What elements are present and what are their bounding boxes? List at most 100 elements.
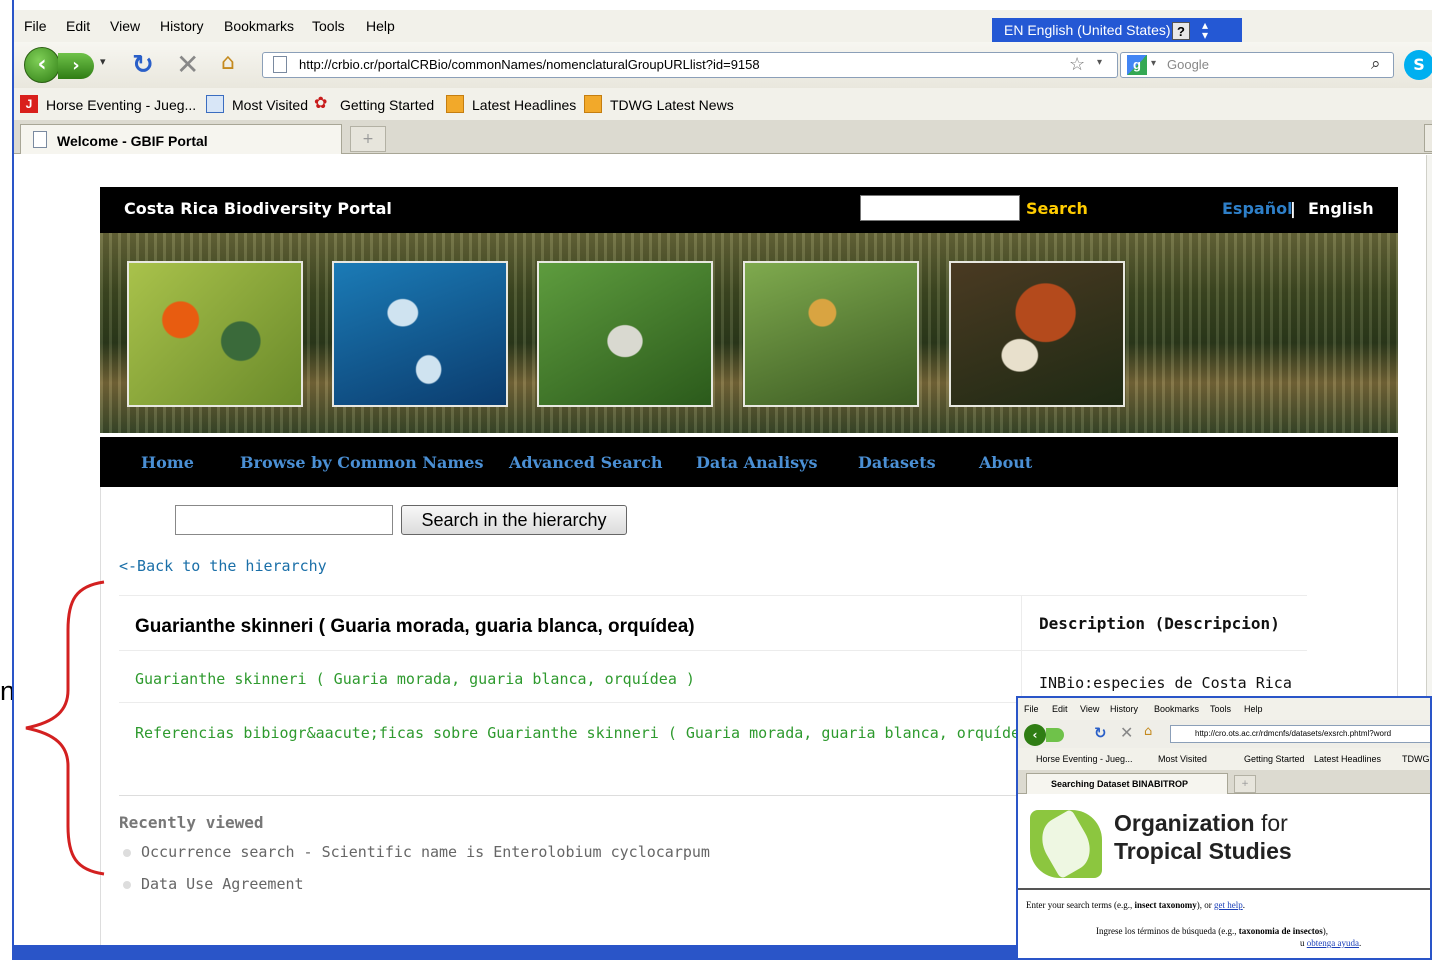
tab-gbif-portal[interactable]: Welcome - GBIF Portal [20,124,342,154]
inset-menu-help[interactable]: Help [1244,704,1263,714]
language-help-icon[interactable]: ? [1172,22,1190,40]
menu-view[interactable]: View [110,18,140,34]
bookmark-horse-eventing[interactable]: Horse Eventing - Jueg... [46,97,196,113]
url-dropdown-icon[interactable]: ▾ [1097,57,1102,68]
result-link-species[interactable]: Guarianthe skinneri ( Guaria morada, gua… [135,670,695,688]
nav-data-analisys[interactable]: Data Analisys [696,453,817,472]
back-to-hierarchy-link[interactable]: <-Back to the hierarchy [119,557,327,575]
inset-bookmarks-toolbar: Horse Eventing - Jueg... Most Visited Ge… [1018,748,1430,770]
new-tab-button[interactable]: + [350,126,386,152]
tab-bar: Welcome - GBIF Portal + [14,120,1432,154]
tab-list-button[interactable] [1424,124,1432,152]
inset-instructions-en: Enter your search terms (e.g., insect ta… [1026,900,1245,910]
inset-menu-view[interactable]: View [1080,704,1099,714]
monkey-photo [743,261,919,407]
nav-datasets[interactable]: Datasets [858,453,936,472]
home-icon[interactable]: ⌂ [221,50,235,75]
portal-search-button[interactable]: Search [1026,199,1088,218]
inset-stop-icon[interactable]: ✕ [1120,723,1133,742]
inset-forward-button[interactable] [1046,728,1064,742]
language-english-link[interactable]: English [1308,199,1374,218]
inset-menu-history[interactable]: History [1110,704,1138,714]
stop-icon[interactable]: ✕ [176,48,199,81]
web-search-box[interactable]: g ▾ Google ⌕ [1120,52,1394,78]
row-divider [119,650,1307,651]
inset-menu-edit[interactable]: Edit [1052,704,1068,714]
hierarchy-search-input[interactable] [175,505,393,535]
inset-bookmark-tdwg[interactable]: TDWG L [1402,754,1430,764]
search-engine-dropdown-icon[interactable]: ▾ [1151,58,1156,69]
inset-menu-bookmarks[interactable]: Bookmarks [1154,704,1199,714]
inset-tab-bar: Searching Dataset BINABITROP + [1018,770,1430,794]
language-label: EN English (United States) [1004,22,1171,38]
search-placeholder: Google [1167,57,1209,72]
species-title: Guarianthe skinneri ( Guaria morada, gua… [135,616,695,637]
skype-icon[interactable]: S [1404,50,1432,80]
history-dropdown-icon[interactable]: ▾ [100,55,106,68]
inset-tab[interactable]: Searching Dataset BINABITROP [1026,773,1228,794]
menu-bookmarks[interactable]: Bookmarks [224,18,294,34]
recent-item-data-use[interactable]: Data Use Agreement [123,875,304,893]
inset-bookmark-most-visited[interactable]: Most Visited [1158,754,1207,764]
nav-home[interactable]: Home [141,453,194,472]
menu-edit[interactable]: Edit [66,18,90,34]
menu-tools[interactable]: Tools [312,18,345,34]
menu-file[interactable]: File [24,18,47,34]
inset-divider [1018,888,1430,890]
nav-browse-common-names[interactable]: Browse by Common Names [240,453,483,472]
inset-text-bold: insect taxonomy [1134,900,1197,910]
menu-help[interactable]: Help [366,18,395,34]
inset-bookmark-getting-started[interactable]: Getting Started [1244,754,1305,764]
search-hierarchy-button[interactable]: Search in the hierarchy [401,505,627,535]
ots-name-line1: Organization for [1114,810,1288,837]
get-help-link[interactable]: get help [1214,900,1243,910]
language-espanol-link[interactable]: Español [1222,199,1293,218]
page-icon [33,131,47,148]
inset-bookmark-latest-headlines[interactable]: Latest Headlines [1314,754,1381,764]
recent-item-occurrence[interactable]: Occurrence search - Scientific name is E… [123,843,710,861]
bookmarks-toolbar: J Horse Eventing - Jueg... Most Visited … [14,88,1432,120]
inset-menu-tools[interactable]: Tools [1210,704,1231,714]
bookmark-tdwg-news[interactable]: TDWG Latest News [610,97,734,113]
inset-url-bar[interactable]: http://cro.ots.ac.cr/rdmcnfs/datasets/ex… [1170,725,1430,743]
bookmark-getting-started[interactable]: Getting Started [340,97,434,113]
getting-started-icon: ✿ [314,95,328,112]
reload-icon[interactable]: ↻ [132,50,154,80]
nav-advanced-search[interactable]: Advanced Search [509,453,662,472]
portal-search-input[interactable] [860,195,1020,221]
language-options-icon[interactable]: ▴ ▾ [1202,19,1208,41]
description-header: Description (Descripcion) [1039,614,1280,633]
inset-menu-bar: File Edit View History Bookmarks Tools H… [1018,698,1430,720]
tab-title: Welcome - GBIF Portal [57,133,208,149]
inset-home-icon[interactable]: ⌂ [1144,724,1152,739]
ots-name-light: for [1254,810,1288,836]
search-icon[interactable]: ⌕ [1371,54,1381,74]
inset-bookmark-horse-eventing[interactable]: Horse Eventing - Jueg... [1036,754,1133,764]
menu-history[interactable]: History [160,18,204,34]
inset-back-button[interactable]: ‹ [1024,724,1046,746]
url-bar[interactable]: http://crbio.cr/portalCRBio/commonNames/… [262,52,1118,78]
bookmark-most-visited[interactable]: Most Visited [232,97,308,113]
bookmark-latest-headlines[interactable]: Latest Headlines [472,97,576,113]
most-visited-icon [206,95,224,113]
inset-text: Enter your search terms (e.g., [1026,900,1135,910]
inset-text: ), or [1196,900,1214,910]
inset-reload-icon[interactable]: ↻ [1094,724,1107,742]
navigation-toolbar: ‹ › ▾ ↻ ✕ ⌂ http://crbio.cr/portalCRBio/… [14,42,1432,88]
back-button[interactable]: ‹ [24,47,60,83]
nav-about[interactable]: About [979,453,1032,472]
inset-menu-file[interactable]: File [1024,704,1039,714]
url-text: http://crbio.cr/portalCRBio/commonNames/… [299,57,760,72]
forward-button[interactable]: › [58,53,94,79]
portal-title: Costa Rica Biodiversity Portal [124,199,392,218]
result-link-references[interactable]: Referencias bibiogr&aacute;ficas sobre G… [135,724,1047,742]
inset-text: Ingrese los términos de búsqueda (e.g., [1096,926,1239,936]
background-window [0,0,12,960]
hummingbird-photo [127,261,303,407]
result-description: INBio:especies de Costa Rica [1039,674,1292,692]
search-engine-icon[interactable]: g [1127,55,1147,75]
portal-header: Costa Rica Biodiversity Portal Search Es… [100,187,1398,233]
bookmark-star-icon[interactable]: ☆ [1069,54,1085,75]
obtenga-ayuda-link[interactable]: obtenga ayuda [1307,938,1359,948]
inset-new-tab-button[interactable]: + [1234,775,1256,793]
